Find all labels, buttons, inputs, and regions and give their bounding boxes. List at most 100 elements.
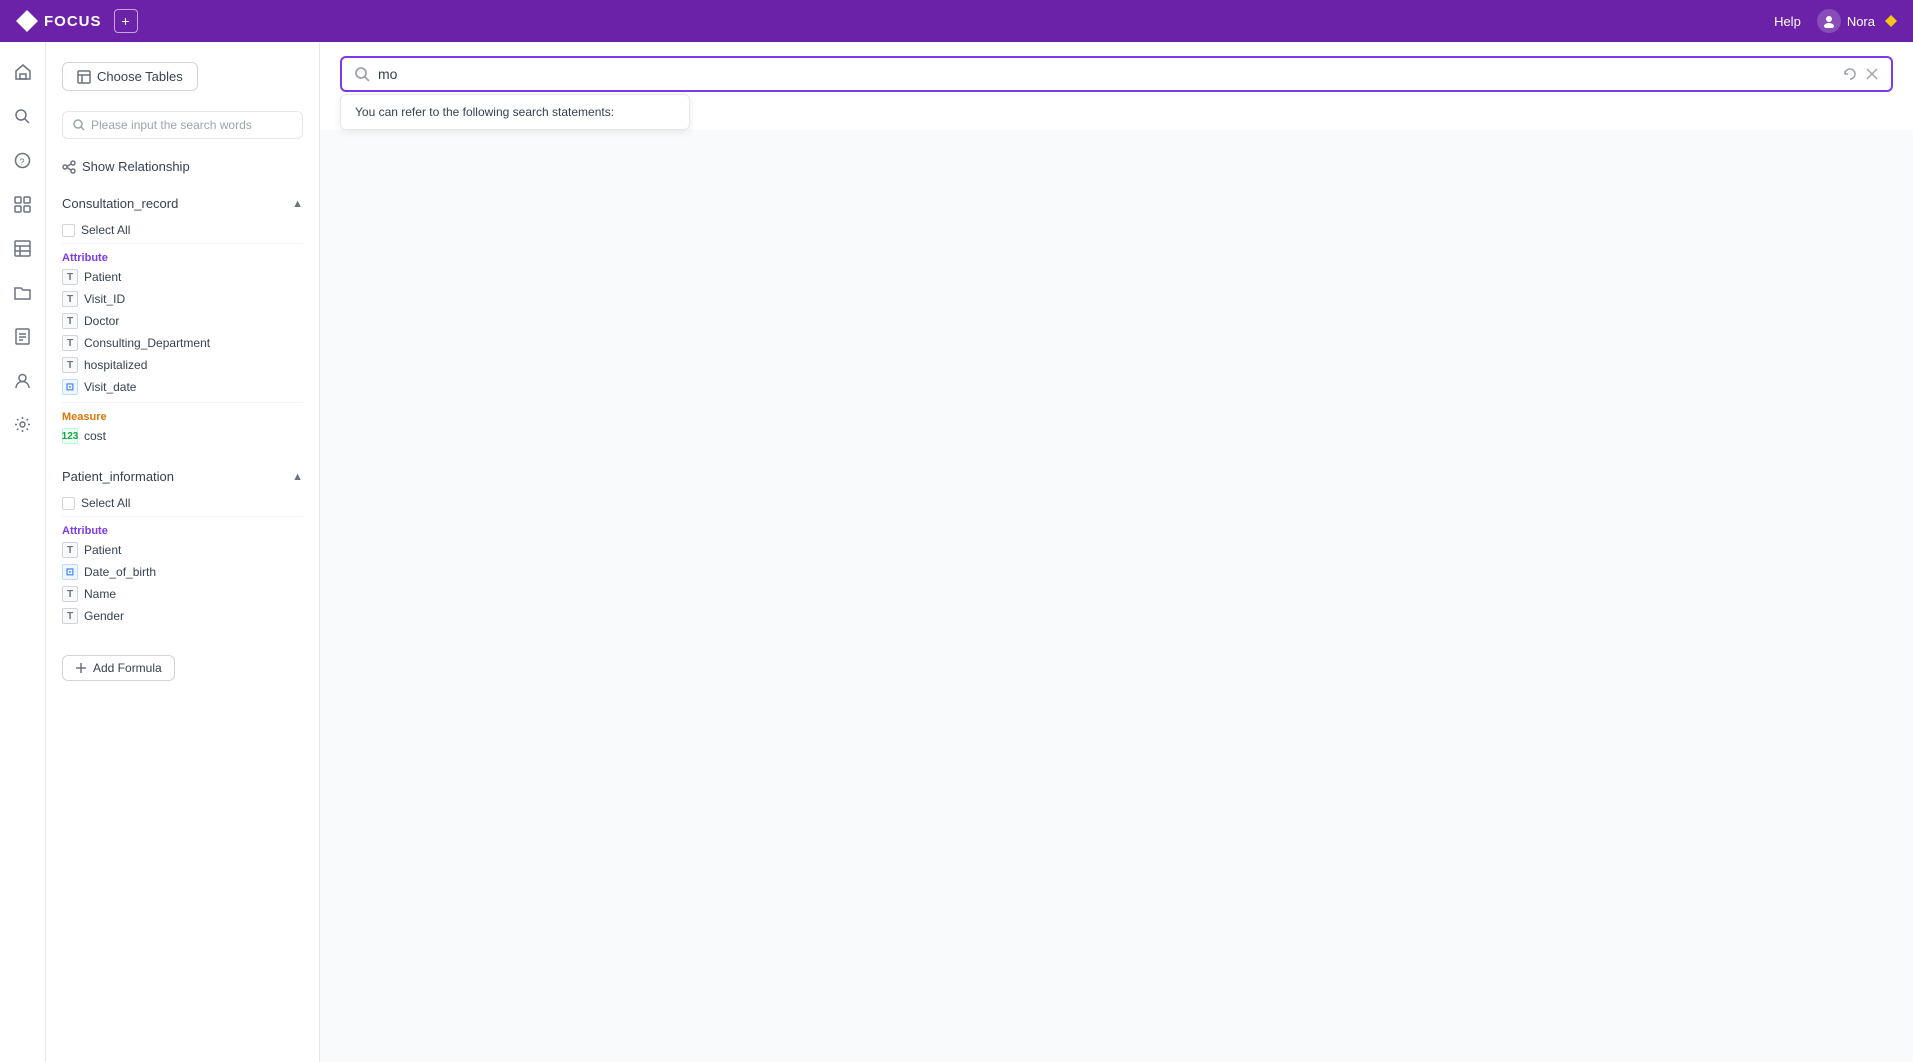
field-gender[interactable]: T Gender <box>62 605 303 627</box>
search-nav-icon[interactable] <box>5 98 41 134</box>
topbar: FOCUS + Help Nora <box>0 0 1913 42</box>
search-placeholder: Please input the search words <box>91 118 252 132</box>
select-all-checkbox-consultation[interactable] <box>62 224 75 237</box>
search-actions <box>1843 67 1879 81</box>
show-relationship-label: Show Relationship <box>82 159 190 174</box>
field-name: Doctor <box>84 314 119 328</box>
date-field-icon: ⊡ <box>62 564 78 580</box>
field-name: hospitalized <box>84 358 147 372</box>
table-icon <box>77 70 91 84</box>
choose-tables-button[interactable]: Choose Tables <box>62 62 198 91</box>
text-field-icon: T <box>62 335 78 351</box>
table-header-patient-info[interactable]: Patient_information ▲ <box>46 463 319 490</box>
field-name: cost <box>84 429 106 443</box>
text-field-icon: T <box>62 542 78 558</box>
field-visit-id[interactable]: T Visit_ID <box>62 288 303 310</box>
table-body-consultation: Select All Attribute T Patient T Visit_I… <box>46 217 319 455</box>
app-logo: FOCUS <box>16 10 102 32</box>
field-name: Date_of_birth <box>84 565 156 579</box>
table-section-patient-info: Patient_information ▲ Select All Attribu… <box>46 459 319 639</box>
add-formula-area: Add Formula <box>46 647 319 689</box>
divider <box>62 516 303 517</box>
table-header-consultation[interactable]: Consultation_record ▲ <box>46 190 319 217</box>
select-all-patient-info[interactable]: Select All <box>62 494 303 512</box>
app-name: FOCUS <box>44 13 102 30</box>
select-all-label-consultation: Select All <box>81 223 130 237</box>
chevron-up-icon: ▲ <box>292 198 303 210</box>
show-relationship-button[interactable]: Show Relationship <box>46 151 319 186</box>
field-patient-info-patient[interactable]: T Patient <box>62 539 303 561</box>
field-hospitalized[interactable]: T hospitalized <box>62 354 303 376</box>
add-formula-button[interactable]: Add Formula <box>62 655 175 681</box>
add-tab-button[interactable]: + <box>114 9 138 33</box>
main-search-input[interactable] <box>378 66 1835 82</box>
field-name: Patient <box>84 543 121 557</box>
report-nav-icon[interactable] <box>5 318 41 354</box>
field-consulting-dept[interactable]: T Consulting_Department <box>62 332 303 354</box>
select-all-checkbox-patient-info[interactable] <box>62 497 75 510</box>
attribute-label-consultation: Attribute <box>62 248 303 266</box>
svg-text:?: ? <box>20 157 25 167</box>
text-field-icon: T <box>62 269 78 285</box>
topbar-right: Help Nora <box>1774 9 1897 33</box>
chevron-up-icon-2: ▲ <box>292 471 303 483</box>
field-doctor[interactable]: T Doctor <box>62 310 303 332</box>
date-field-icon: ⊡ <box>62 379 78 395</box>
topbar-left: FOCUS + <box>16 9 138 33</box>
field-patient-consultation[interactable]: T Patient <box>62 266 303 288</box>
attribute-label-patient-info: Attribute <box>62 521 303 539</box>
help-icon[interactable]: ? <box>5 142 41 178</box>
text-field-icon: T <box>62 313 78 329</box>
folder-nav-icon[interactable] <box>5 274 41 310</box>
suggestion-text: You can refer to the following search st… <box>355 105 614 119</box>
divider <box>62 402 303 403</box>
help-link[interactable]: Help <box>1774 14 1801 29</box>
search-main-icon <box>354 66 370 82</box>
measure-label-consultation: Measure <box>62 407 303 425</box>
table-body-patient-info: Select All Attribute T Patient ⊡ Date_of… <box>46 490 319 635</box>
field-name: Name <box>84 587 116 601</box>
user-menu[interactable]: Nora <box>1817 9 1897 33</box>
field-name: Consulting_Department <box>84 336 210 350</box>
choose-tables-label: Choose Tables <box>97 69 183 84</box>
table-name-consultation: Consultation_record <box>62 196 178 211</box>
table-nav-icon[interactable] <box>5 230 41 266</box>
relationship-icon <box>62 160 76 174</box>
field-cost[interactable]: 123 cost <box>62 425 303 447</box>
field-visit-date[interactable]: ⊡ Visit_date <box>62 376 303 398</box>
plus-icon <box>75 662 87 674</box>
field-name: Patient <box>84 270 121 284</box>
search-input-wrapper <box>340 56 1893 92</box>
user-avatar <box>1817 9 1841 33</box>
user-diamond-icon <box>1885 15 1897 27</box>
settings-nav-icon[interactable] <box>5 406 41 442</box>
text-field-icon: T <box>62 608 78 624</box>
user-name: Nora <box>1847 14 1875 29</box>
logo-diamond-icon <box>16 10 38 32</box>
dashboard-icon[interactable] <box>5 186 41 222</box>
select-all-consultation[interactable]: Select All <box>62 221 303 239</box>
search-small-icon <box>73 119 85 131</box>
icon-bar: ? <box>0 42 46 1062</box>
home-icon[interactable] <box>5 54 41 90</box>
text-field-icon: T <box>62 586 78 602</box>
add-formula-label: Add Formula <box>93 661 162 675</box>
field-name: Visit_ID <box>84 292 125 306</box>
search-suggestion-dropdown: You can refer to the following search st… <box>340 94 690 130</box>
table-name-patient-info: Patient_information <box>62 469 174 484</box>
main-content: You can refer to the following search st… <box>320 42 1913 1062</box>
sidebar: Choose Tables Please input the search wo… <box>46 42 320 1062</box>
refresh-icon[interactable] <box>1843 67 1857 81</box>
sidebar-header: Choose Tables <box>46 42 319 103</box>
table-section-consultation: Consultation_record ▲ Select All Attribu… <box>46 186 319 459</box>
field-date-of-birth[interactable]: ⊡ Date_of_birth <box>62 561 303 583</box>
text-field-icon: T <box>62 291 78 307</box>
select-all-label-patient-info: Select All <box>81 496 130 510</box>
sidebar-search-area: Please input the search words <box>46 103 319 151</box>
field-name-pi[interactable]: T Name <box>62 583 303 605</box>
sidebar-search-box[interactable]: Please input the search words <box>62 111 303 139</box>
user-nav-icon[interactable] <box>5 362 41 398</box>
clear-icon[interactable] <box>1865 67 1879 81</box>
search-bar-area: You can refer to the following search st… <box>320 42 1913 130</box>
number-field-icon: 123 <box>62 428 78 444</box>
